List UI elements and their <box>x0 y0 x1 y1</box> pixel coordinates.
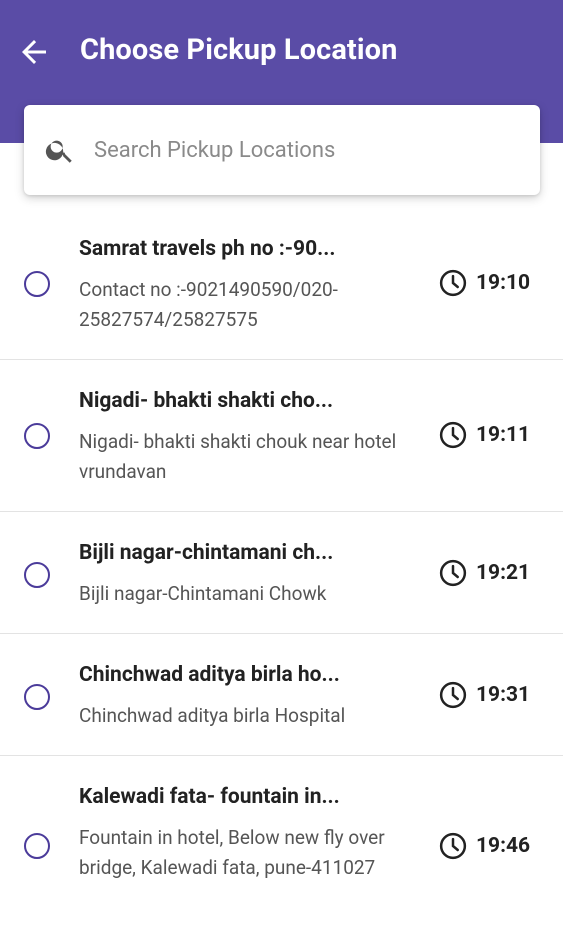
clock-icon <box>439 559 467 587</box>
list-item[interactable]: Kalewadi fata- fountain in... Fountain i… <box>0 756 563 926</box>
location-address: Nigadi- bhakti shakti chouk near hotel v… <box>79 430 397 483</box>
search-input[interactable] <box>94 130 494 170</box>
location-name: Nigadi- bhakti shakti cho... <box>79 389 334 413</box>
list-item[interactable]: Samrat travels ph no :-90... Contact no … <box>0 208 563 360</box>
time-value: 19:31 <box>476 683 531 707</box>
pickup-time: 19:21 <box>438 558 530 588</box>
location-address: Fountain in hotel, Below new fly over br… <box>79 826 385 879</box>
time-value: 19:11 <box>476 423 531 447</box>
location-address: Bijli nagar-Chintamani Chowk <box>79 582 327 605</box>
clock-icon <box>439 421 467 449</box>
clock-icon <box>439 681 467 709</box>
clock-icon <box>439 832 467 860</box>
search-icon <box>45 140 72 163</box>
radio-button[interactable] <box>24 423 50 449</box>
location-address: Contact no :-9021490590/020-25827574/258… <box>79 278 338 331</box>
pickup-time: 19:10 <box>438 268 530 298</box>
list-item[interactable]: Chinchwad aditya birla ho... Chinchwad a… <box>0 634 563 756</box>
location-address: Chinchwad aditya birla Hospital <box>79 704 346 727</box>
time-value: 19:21 <box>476 561 531 585</box>
pickup-location-list: Samrat travels ph no :-90... Contact no … <box>0 208 563 926</box>
pickup-time: 19:31 <box>438 680 530 710</box>
radio-button[interactable] <box>24 271 50 297</box>
location-name: Samrat travels ph no :-90... <box>79 237 336 261</box>
arrow-left-icon[interactable] <box>16 34 52 70</box>
location-name: Bijli nagar-chintamani ch... <box>79 541 334 565</box>
pickup-time: 19:11 <box>438 420 530 450</box>
radio-button[interactable] <box>24 684 50 710</box>
radio-button[interactable] <box>24 833 50 859</box>
time-value: 19:10 <box>476 271 531 295</box>
pickup-time: 19:46 <box>438 831 530 861</box>
radio-button[interactable] <box>24 562 50 588</box>
search-box[interactable] <box>24 105 540 195</box>
clock-icon <box>439 269 467 297</box>
list-item[interactable]: Bijli nagar-chintamani ch... Bijli nagar… <box>0 512 563 634</box>
page-title: Choose Pickup Location <box>80 33 398 67</box>
list-item[interactable]: Nigadi- bhakti shakti cho... Nigadi- bha… <box>0 360 563 512</box>
time-value: 19:46 <box>476 834 531 858</box>
location-name: Kalewadi fata- fountain in... <box>79 785 340 809</box>
location-name: Chinchwad aditya birla ho... <box>79 663 340 687</box>
